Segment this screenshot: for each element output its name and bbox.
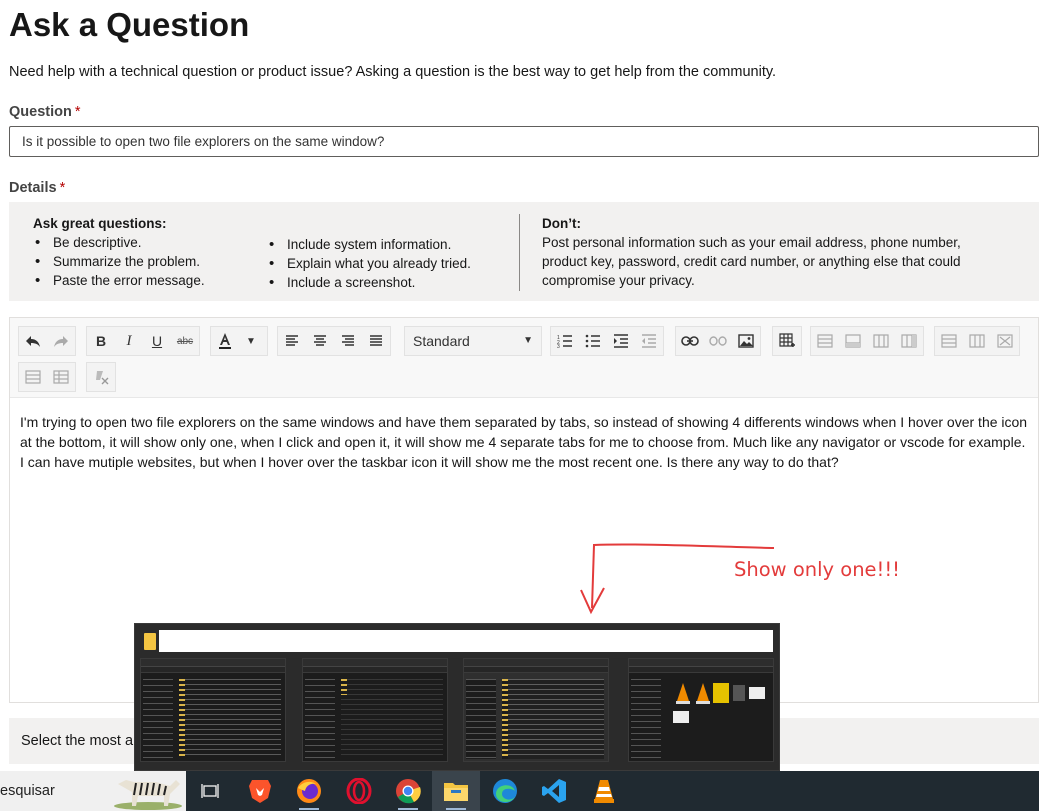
dont-heading: Don’t: xyxy=(542,216,581,231)
list-group: 123 xyxy=(550,326,664,356)
tip-item: Paste the error message. xyxy=(33,271,205,290)
chevron-down-icon: ▼ xyxy=(523,335,533,346)
dont-text: Post personal information such as your e… xyxy=(542,235,961,288)
file-explorer-icon[interactable] xyxy=(432,771,480,811)
chrome-icon[interactable] xyxy=(384,771,432,811)
history-group xyxy=(18,326,76,356)
font-color-icon[interactable] xyxy=(211,327,239,355)
delete-column-icon[interactable] xyxy=(963,327,991,355)
question-label: Question * xyxy=(9,104,81,120)
align-left-icon[interactable] xyxy=(278,327,306,355)
insert-group xyxy=(675,326,761,356)
task-view-icon[interactable] xyxy=(186,771,234,811)
details-label: Details * xyxy=(9,180,65,196)
table-delete-group xyxy=(934,326,1020,356)
zebra-image-icon xyxy=(114,780,182,810)
details-required-mark: * xyxy=(59,180,66,196)
taskbar-search-text: esquisar xyxy=(0,783,55,799)
table-icon[interactable] xyxy=(773,327,801,355)
delete-row-icon[interactable] xyxy=(935,327,963,355)
underline-icon[interactable]: U xyxy=(143,327,171,355)
vlc-icon[interactable] xyxy=(580,771,628,811)
tip-item: Be descriptive. xyxy=(33,233,205,252)
redo-icon[interactable] xyxy=(47,327,75,355)
italic-icon[interactable]: I xyxy=(115,327,143,355)
question-required-mark: * xyxy=(74,104,81,120)
align-center-icon[interactable] xyxy=(306,327,334,355)
table-row-after-icon[interactable] xyxy=(839,327,867,355)
explorer-thumbnail[interactable] xyxy=(463,658,609,762)
preview-title-bar xyxy=(159,630,773,652)
align-right-icon[interactable] xyxy=(334,327,362,355)
page-title: Ask a Question xyxy=(9,6,250,43)
folder-icon xyxy=(144,633,156,650)
ask-tips-column-2: Include system information. Explain what… xyxy=(267,235,471,292)
table-col-before-icon[interactable] xyxy=(867,327,895,355)
alignment-group xyxy=(277,326,391,356)
undo-icon[interactable] xyxy=(19,327,47,355)
paragraph-format-value: Standard xyxy=(413,333,470,349)
font-color-group: ▼ xyxy=(210,326,268,356)
clear-format-group xyxy=(86,362,116,392)
image-icon[interactable] xyxy=(732,327,760,355)
annotation-text: Show only one!!! xyxy=(734,558,900,581)
table-row-before-icon[interactable] xyxy=(811,327,839,355)
dont-column: Don’t: Post personal information such as… xyxy=(542,216,1002,290)
editor-body[interactable]: I'm trying to open two file explorers on… xyxy=(20,412,1032,472)
edge-icon[interactable] xyxy=(481,771,529,811)
link-icon[interactable] xyxy=(676,327,704,355)
vscode-icon[interactable] xyxy=(530,771,578,811)
svg-text:3: 3 xyxy=(557,344,560,348)
delete-table-icon[interactable] xyxy=(991,327,1019,355)
page: Ask a Question Need help with a technica… xyxy=(0,0,1039,811)
explorer-thumbnail[interactable] xyxy=(628,658,774,762)
numbered-list-icon[interactable]: 123 xyxy=(551,327,579,355)
table-properties-icon[interactable] xyxy=(19,363,47,391)
table-row-group xyxy=(810,326,924,356)
opera-icon[interactable] xyxy=(335,771,383,811)
align-justify-icon[interactable] xyxy=(362,327,390,355)
paragraph-format-select[interactable]: Standard ▼ xyxy=(404,326,542,356)
question-input[interactable]: Is it possible to open two file explorer… xyxy=(9,126,1039,157)
taskbar-search-box[interactable]: esquisar xyxy=(0,771,186,811)
cell-properties-icon[interactable] xyxy=(47,363,75,391)
page-intro: Need help with a technical question or p… xyxy=(9,64,777,80)
bulleted-list-icon[interactable] xyxy=(579,327,607,355)
bold-icon[interactable]: B xyxy=(87,327,115,355)
firefox-icon[interactable] xyxy=(285,771,333,811)
strikethrough-icon[interactable]: abc xyxy=(171,327,199,355)
table-insert-group xyxy=(772,326,802,356)
table-props-group xyxy=(18,362,76,392)
editor-toolbar: B I U abc ▼ Standard ▼ 1 2 3 xyxy=(10,318,1038,398)
tip-item: Include system information. xyxy=(267,235,471,254)
ask-tips-list-1: Be descriptive. Summarize the problem. P… xyxy=(33,233,205,290)
table-col-after-icon[interactable] xyxy=(895,327,923,355)
ask-tips-heading: Ask great questions: xyxy=(33,216,167,231)
indent-icon[interactable] xyxy=(607,327,635,355)
tip-item: Explain what you already tried. xyxy=(267,254,471,273)
brave-icon[interactable] xyxy=(236,771,284,811)
ask-tips-list-2: Include system information. Explain what… xyxy=(267,235,471,292)
details-label-text: Details xyxy=(9,180,57,196)
thumbnail-contents xyxy=(673,683,765,723)
tip-item: Include a screenshot. xyxy=(267,273,471,292)
outdent-icon[interactable] xyxy=(635,327,663,355)
ask-tips-column-1: Ask great questions: Be descriptive. Sum… xyxy=(33,216,205,290)
explorer-thumbnail[interactable] xyxy=(140,658,286,762)
clear-formatting-icon[interactable] xyxy=(87,363,115,391)
taskbar-thumbnail-preview xyxy=(134,623,780,771)
explorer-thumbnail[interactable] xyxy=(302,658,448,762)
question-label-text: Question xyxy=(9,104,72,120)
question-tips-panel: Ask great questions: Be descriptive. Sum… xyxy=(9,202,1039,301)
tips-divider xyxy=(519,214,520,291)
tip-item: Summarize the problem. xyxy=(33,252,205,271)
windows-taskbar: esquisar xyxy=(0,771,1039,811)
unlink-icon[interactable] xyxy=(704,327,732,355)
text-style-group: B I U abc xyxy=(86,326,200,356)
chevron-down-icon[interactable]: ▼ xyxy=(239,327,263,355)
